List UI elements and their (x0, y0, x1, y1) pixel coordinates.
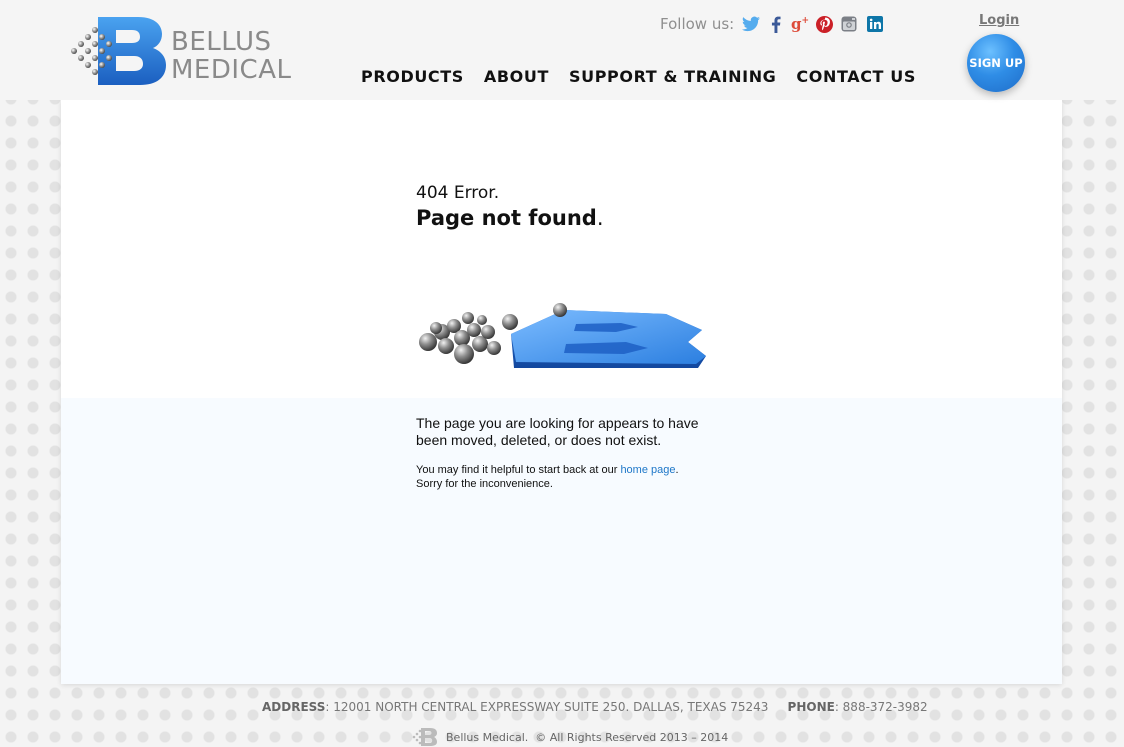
follow-us-label: Follow us: (660, 15, 735, 33)
error-card: 404 Error. Page not found. The page you … (61, 100, 1062, 684)
nav-contact-us[interactable]: CONTACT US (796, 67, 916, 86)
nav-products[interactable]: PRODUCTS (361, 67, 464, 86)
bellus-medical-logo[interactable]: BELLUS MEDICAL (68, 14, 291, 88)
logo-mark (71, 17, 166, 85)
facebook-icon[interactable] (767, 15, 785, 33)
logo-text-line2: MEDICAL (171, 55, 292, 85)
nav-support-training[interactable]: SUPPORT & TRAINING (569, 67, 776, 86)
main-nav: PRODUCTS ABOUT SUPPORT & TRAINING CONTAC… (361, 67, 936, 86)
footer-logo-icon (412, 728, 437, 746)
sign-up-button[interactable]: SIGN UP (967, 34, 1025, 92)
error-message: The page you are looking for appears to … (416, 415, 699, 448)
twitter-icon[interactable] (742, 15, 760, 33)
phone-label: PHONE (787, 700, 835, 714)
nav-about[interactable]: ABOUT (484, 67, 549, 86)
phone-value: : 888-372-3982 (834, 700, 928, 714)
error-title: Page not found. (416, 206, 604, 230)
linkedin-icon[interactable] (866, 15, 884, 33)
logo-wordmark: BELLUS MEDICAL (171, 28, 291, 84)
google-plus-icon[interactable]: g+ (791, 15, 809, 33)
sorry-text: Sorry for the inconvenience. (416, 478, 553, 490)
bellus-b-illustration (419, 303, 706, 368)
help-suffix: . (675, 464, 679, 476)
site-header: BELLUS MEDICAL Follow us: g+ PRODUCTS AB… (0, 0, 1124, 100)
home-page-link[interactable]: home page (620, 464, 675, 476)
pinterest-icon[interactable] (815, 15, 833, 33)
logo-text-line1: BELLUS (171, 27, 272, 57)
help-text: You may find it helpful to start back at… (416, 463, 716, 491)
footer-address: ADDRESS: 12001 NORTH CENTRAL EXPRESSWAY … (262, 700, 928, 714)
error-title-text: Page not found (416, 206, 597, 230)
help-prefix: You may find it helpful to start back at… (416, 464, 621, 476)
address-value: : 12001 NORTH CENTRAL EXPRESSWAY SUITE 2… (325, 700, 769, 714)
footer-copyright-text: © All Rights Reserved 2013 – 2014 (535, 730, 729, 744)
login-link[interactable]: Login (979, 13, 1019, 28)
error-code: 404 Error. (416, 183, 500, 203)
instagram-icon[interactable] (840, 15, 858, 33)
address-label: ADDRESS (262, 700, 326, 714)
footer-company: Bellus Medical. (446, 730, 529, 744)
footer-copyright: Bellus Medical. © All Rights Reserved 20… (412, 727, 728, 747)
error-title-period: . (596, 206, 604, 230)
